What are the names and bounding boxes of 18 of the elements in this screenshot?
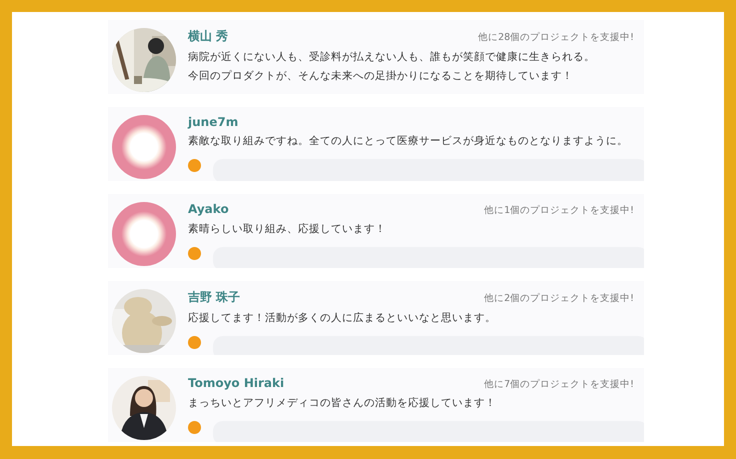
project-count: 他に1個のプロジェクトを支援中!	[484, 204, 634, 217]
user-name[interactable]: 吉野 珠子	[188, 289, 240, 306]
comment-text: まっちいとアフリメディコの皆さんの活動を応援しています！	[188, 396, 497, 411]
comment-text: 病院が近くにない人も、受診料が払えない人も、誰もが笑顔で健康に生きられる。 今回のプロダクトが、そんな未来への足掛かりになることを期待しています！	[188, 50, 596, 84]
user-name[interactable]: Tomoyo Hiraki	[188, 376, 284, 390]
user-name[interactable]: Ayako	[188, 202, 229, 216]
project-count: 他に28個のプロジェクトを支援中!	[478, 31, 634, 44]
reply-avatar-icon	[188, 159, 201, 172]
reply-avatar-icon	[188, 421, 201, 434]
comment-text: 応援してます！活動が多くの人に広まるといいなと思います。	[188, 311, 497, 326]
comment-text: 素敵な取り組みですね。全ての人にとって医療サービスが身近なものとなりますように。	[188, 134, 629, 149]
reply-avatar-icon	[188, 247, 201, 260]
comment-text: 素晴らしい取り組み、応援しています！	[188, 222, 387, 237]
reply-avatar-icon	[188, 336, 201, 349]
user-name[interactable]: 横山 秀	[188, 28, 228, 45]
project-count: 他に7個のプロジェクトを支援中!	[484, 378, 634, 391]
user-name[interactable]: june7m	[188, 115, 238, 129]
project-count: 他に2個のプロジェクトを支援中!	[484, 292, 634, 305]
